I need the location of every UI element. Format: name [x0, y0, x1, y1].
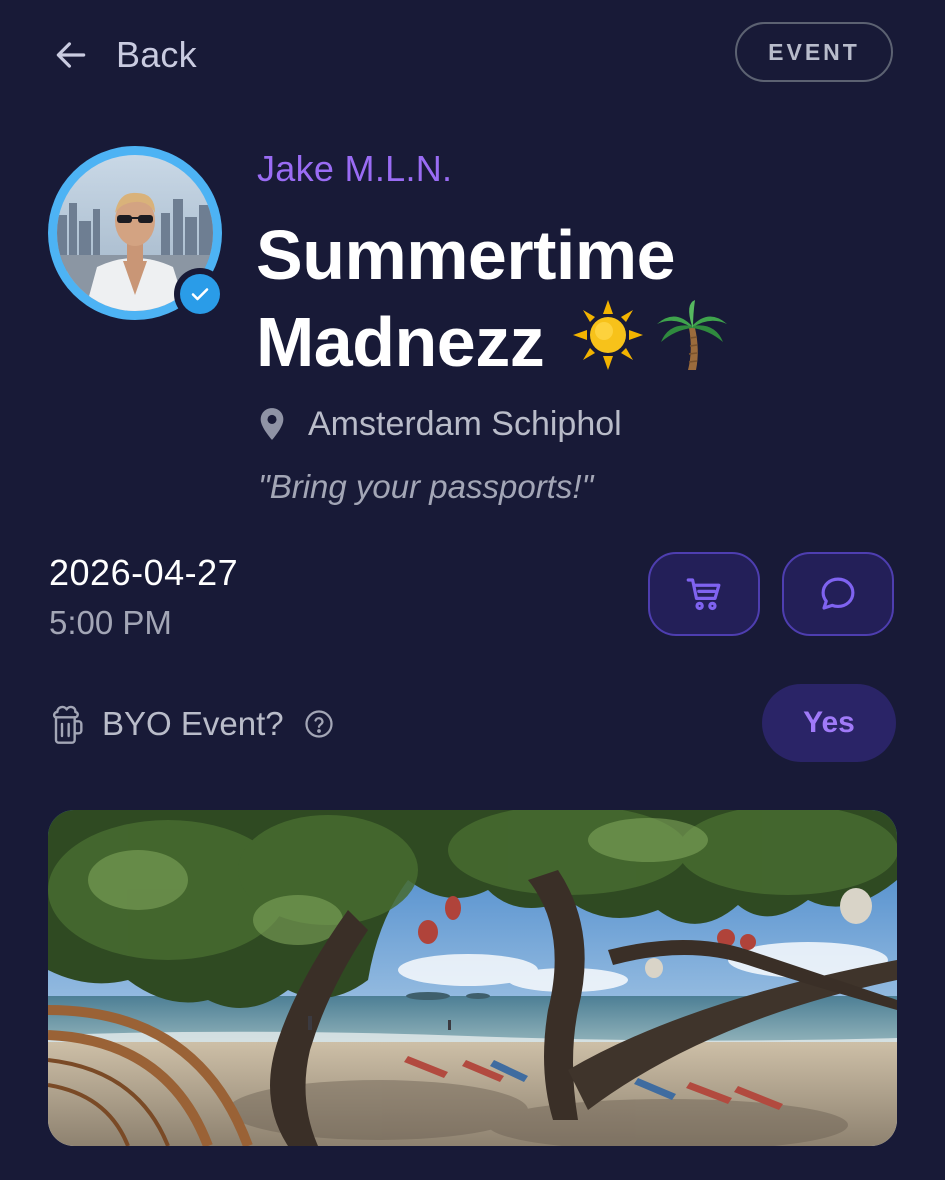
checkmark-icon [191, 288, 209, 301]
event-tagline: "Bring your passports!" [258, 468, 594, 505]
byo-label: BYO Event? [102, 705, 284, 742]
help-circle-icon[interactable] [304, 709, 334, 739]
shopping-cart-icon [686, 578, 721, 611]
byo-value-button[interactable]: Yes [762, 684, 896, 762]
back-button[interactable]: Back [52, 30, 197, 80]
chat-bubble-icon [821, 577, 855, 610]
back-label: Back [116, 34, 197, 75]
event-title: Summertime Madnezz [256, 212, 896, 385]
location-label: Amsterdam Schiphol [308, 404, 622, 443]
cart-button[interactable] [648, 552, 760, 636]
palm-tree-icon [657, 300, 728, 370]
byo-row: BYO Event? [50, 700, 334, 748]
event-type-badge: EVENT [735, 22, 893, 82]
beer-mug-icon [52, 705, 83, 744]
chat-button[interactable] [782, 552, 894, 636]
map-pin-icon [260, 408, 284, 440]
verified-badge [174, 268, 226, 320]
host-name[interactable]: Jake M.L.N. [257, 148, 452, 190]
sun-icon [573, 300, 644, 370]
event-title-line-1: Summertime [256, 216, 676, 294]
arrow-left-icon [56, 42, 86, 68]
event-cover-photo[interactable] [48, 810, 897, 1146]
event-date: 2026-04-27 [49, 552, 239, 593]
event-title-line-2: Madnezz [256, 303, 545, 381]
event-location[interactable]: Amsterdam Schiphol [258, 402, 622, 446]
event-time: 5:00 PM [49, 604, 172, 641]
